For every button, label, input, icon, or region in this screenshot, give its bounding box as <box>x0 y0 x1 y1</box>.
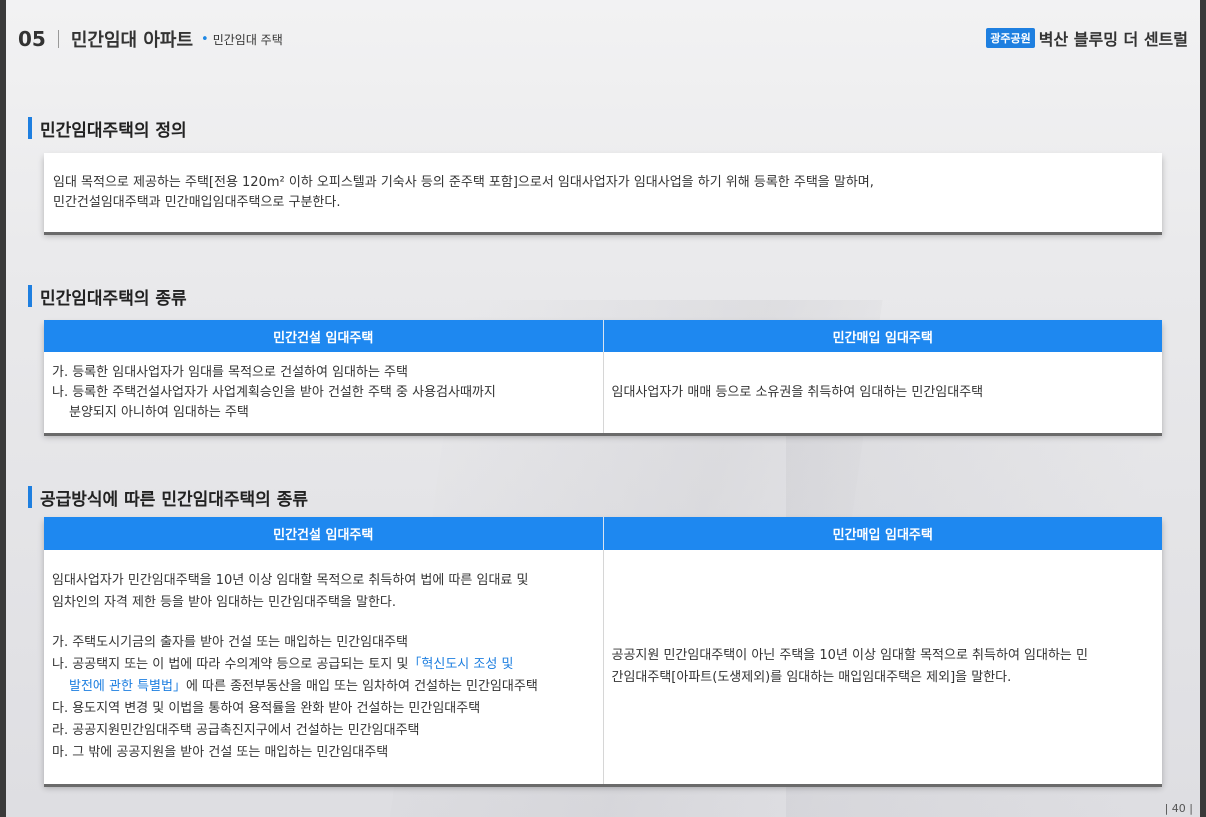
text-line: 임대 목적으로 제공하는 주택[전용 120m² 이하 오피스텔과 기숙사 등의… <box>53 175 874 190</box>
table-cell: 공공지원 민간임대주택이 아닌 주택을 10년 이상 임대할 목적으로 취득하여… <box>603 550 1162 784</box>
brand-badge: 광주공원 <box>986 28 1035 48</box>
cell-text: 공공지원 민간임대주택이 아닌 주택을 10년 이상 임대할 목적으로 취득하여… <box>611 648 1088 663</box>
list-item: 다. 용도지역 변경 및 이법을 통하여 용적률을 완화 받아 건설하는 민간임… <box>52 701 481 716</box>
column-header: 민간매입 임대주택 <box>603 517 1162 550</box>
list-item-text: 에 따른 종전부동산을 매입 또는 임차하여 건설하는 민간임대주택 <box>185 679 538 694</box>
table-cell: 가. 등록한 임대사업자가 임대를 목적으로 건설하여 임대하는 주택 나. 등… <box>44 352 604 433</box>
intro-text: 임차인의 자격 제한 등을 받아 임대하는 민간임대주택을 말한다. <box>52 595 397 610</box>
law-name-highlight: 발전에 관한 특별법」 <box>69 679 186 694</box>
page: 05 민간임대 아파트 • 민간임대 주택 광주공원 벽산 블루밍 더 센트럴 … <box>6 0 1200 817</box>
section-heading: 민간임대주택의 정의 <box>40 120 187 141</box>
list-item: 라. 공공지원민간임대주택 공급촉진지구에서 건설하는 민간임대주택 <box>52 723 420 738</box>
section-title-supply-types: 공급방식에 따른 민간임대주택의 종류 <box>28 485 308 510</box>
brand-name: 벽산 블루밍 더 센트럴 <box>1038 30 1188 49</box>
text-line: 민간건설임대주택과 민간매입임대주택으로 구분한다. <box>53 195 341 210</box>
page-number: | 40 | <box>1164 802 1193 815</box>
section-title-types: 민간임대주택의 종류 <box>28 284 187 309</box>
bullet-dot-icon: • <box>201 31 209 47</box>
section-marker <box>28 486 32 508</box>
column-header: 민간건설 임대주택 <box>44 320 604 352</box>
cell-text: 간임대주택[아파트(도생제외)를 임대하는 매입임대주택은 제외]을 말한다. <box>611 670 1012 685</box>
table-cell: 임대사업자가 매매 등으로 소유권을 취득하여 임대하는 민간임대주택 <box>603 352 1162 433</box>
chapter-subtitle: 민간임대 주택 <box>212 32 283 47</box>
section-heading: 공급방식에 따른 민간임대주택의 종류 <box>40 489 308 510</box>
definition-box: 임대 목적으로 제공하는 주택[전용 120m² 이하 오피스텔과 기숙사 등의… <box>44 153 1162 232</box>
brand-logo: 광주공원 벽산 블루밍 더 센트럴 <box>986 26 1188 50</box>
list-item-continuation: 분양되지 아니하여 임대하는 주택 <box>69 404 249 420</box>
list-item-text: 나. 공공택지 또는 이 법에 따라 수의계약 등으로 공급되는 토지 및 <box>52 657 409 672</box>
chapter-number: 05 <box>18 27 46 51</box>
list-item: 나. 등록한 주택건설사업자가 사업계획승인을 받아 건설한 주택 중 사용검사… <box>52 384 496 400</box>
supply-types-table: 민간건설 임대주택 민간매입 임대주택 임대사업자가 민간임대주택을 10년 이… <box>44 517 1162 784</box>
list-item-continuation: 발전에 관한 특별법」에 따른 종전부동산을 매입 또는 임차하여 건설하는 민… <box>52 676 595 698</box>
definition-text: 임대 목적으로 제공하는 주택[전용 120m² 이하 오피스텔과 기숙사 등의… <box>53 173 874 213</box>
section-title-definition: 민간임대주택의 정의 <box>28 116 187 141</box>
list-item: 가. 등록한 임대사업자가 임대를 목적으로 건설하여 임대하는 주택 <box>52 364 408 380</box>
list-item: 마. 그 밖에 공공지원을 받아 건설 또는 매입하는 민간임대주택 <box>52 745 389 760</box>
chapter-title: 민간임대 아파트 <box>70 30 194 51</box>
intro-text: 임대사업자가 민간임대주택을 10년 이상 임대할 목적으로 취득하여 법에 따… <box>52 573 529 588</box>
column-header: 민간매입 임대주택 <box>603 320 1162 352</box>
law-name-highlight: 「혁신도시 조성 및 <box>408 657 514 672</box>
types-table: 민간건설 임대주택 민간매입 임대주택 가. 등록한 임대사업자가 임대를 목적… <box>44 320 1162 433</box>
column-header: 민간건설 임대주택 <box>44 517 604 550</box>
cell-text: 임대사업자가 매매 등으로 소유권을 취득하여 임대하는 민간임대주택 <box>611 384 984 400</box>
table-cell: 임대사업자가 민간임대주택을 10년 이상 임대할 목적으로 취득하여 법에 따… <box>44 550 604 784</box>
header-divider <box>57 30 59 48</box>
section-heading: 민간임대주택의 종류 <box>40 288 187 309</box>
page-header: 05 민간임대 아파트 • 민간임대 주택 <box>18 24 283 54</box>
list-item: 나. 공공택지 또는 이 법에 따라 수의계약 등으로 공급되는 토지 및「혁신… <box>52 654 595 676</box>
list-item: 가. 주택도시기금의 출자를 받아 건설 또는 매입하는 민간임대주택 <box>52 635 408 650</box>
section-marker <box>28 117 32 139</box>
section-marker <box>28 285 32 307</box>
